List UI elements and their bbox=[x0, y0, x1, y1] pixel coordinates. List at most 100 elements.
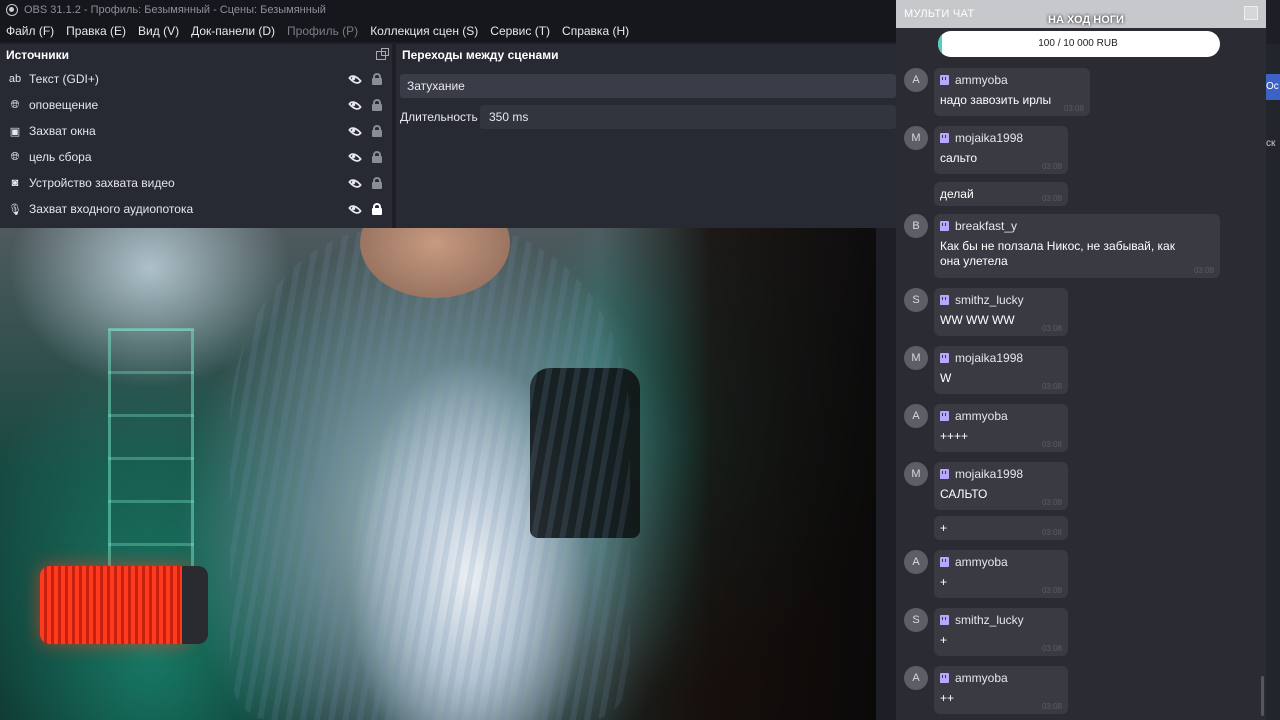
camera-icon: ◙ bbox=[11, 177, 19, 189]
menu-scene-collection[interactable]: Коллекция сцен (S) bbox=[364, 24, 484, 38]
lock-icon[interactable] bbox=[372, 177, 382, 189]
menu-edit[interactable]: Правка (E) bbox=[60, 24, 132, 38]
menu-profile: Профиль (P) bbox=[287, 24, 359, 38]
username: mojaika1998 bbox=[940, 351, 1062, 365]
duration-value: 350 ms bbox=[489, 110, 529, 124]
username: smithz_lucky bbox=[940, 293, 1062, 307]
menu-help[interactable]: Справка (H) bbox=[556, 24, 635, 38]
visibility-eye-icon[interactable] bbox=[348, 98, 362, 112]
chat-scrollbar[interactable] bbox=[1261, 676, 1264, 716]
username: ammyoba bbox=[940, 555, 1062, 569]
sources-panel: Источники ab Текст (GDI+) 🌐︎ оповещение … bbox=[0, 44, 392, 228]
multi-chat-window: МУЛЬТИ ЧАТ НА ХОД НОГИ 100 / 10 000 RUB … bbox=[896, 0, 1266, 720]
preview-shadow bbox=[600, 228, 876, 720]
window-title: OBS 31.1.2 - Профиль: Безымянный - Сцены… bbox=[24, 4, 326, 16]
username-text: mojaika1998 bbox=[955, 467, 1024, 481]
transitions-header: Переходы между сценами bbox=[396, 44, 900, 66]
username: smithz_lucky bbox=[940, 613, 1062, 627]
lock-icon[interactable] bbox=[372, 151, 382, 163]
microphone-icon: 🎙︎ bbox=[8, 203, 22, 216]
source-label: оповещение bbox=[29, 98, 99, 112]
globe-icon: 🌐︎ bbox=[10, 150, 20, 163]
username-text: ammyoba bbox=[955, 671, 1008, 685]
username-text: ammyoba bbox=[955, 409, 1008, 423]
undock-icon[interactable] bbox=[376, 47, 389, 60]
message-time: 03:08 bbox=[1041, 498, 1062, 507]
visibility-eye-icon[interactable] bbox=[348, 124, 362, 138]
message-time: 03:08 bbox=[1041, 162, 1062, 171]
visibility-eye-icon[interactable] bbox=[348, 150, 362, 164]
message-bubble: smithz_lucky WW WW WW 03:08 bbox=[934, 288, 1068, 336]
menu-docks[interactable]: Док-панели (D) bbox=[185, 24, 281, 38]
message-time: 03:08 bbox=[1041, 382, 1062, 391]
message-bubble: ammyoba ++++ 03:08 bbox=[934, 404, 1068, 452]
transitions-panel: Переходы между сценами Затухание Длитель… bbox=[396, 44, 900, 228]
username-text: ammyoba bbox=[955, 73, 1008, 87]
source-label: Захват входного аудиопотока bbox=[29, 202, 194, 216]
duration-input[interactable]: 350 ms bbox=[480, 105, 896, 129]
message-text: Как бы не ползала Никос, не забывай, как… bbox=[940, 239, 1175, 268]
source-label: Устройство захвата видео bbox=[29, 176, 175, 190]
username-text: mojaika1998 bbox=[955, 131, 1024, 145]
close-icon[interactable] bbox=[1244, 6, 1258, 20]
message-time: 03:08 bbox=[1041, 324, 1062, 333]
source-item-audio-input[interactable]: 🎙︎ Захват входного аудиопотока bbox=[0, 196, 392, 222]
source-label: Захват окна bbox=[29, 124, 96, 138]
visibility-eye-icon[interactable] bbox=[348, 176, 362, 190]
source-item-text[interactable]: ab Текст (GDI+) bbox=[0, 66, 392, 92]
avatar: S bbox=[904, 608, 928, 632]
title-bar: OBS 31.1.2 - Профиль: Безымянный - Сцены… bbox=[0, 0, 900, 20]
source-item-window-capture[interactable]: ▣ Захват окна bbox=[0, 118, 392, 144]
username: ammyoba bbox=[940, 73, 1084, 87]
lock-icon[interactable] bbox=[372, 99, 382, 111]
message-time: 03:08 bbox=[1041, 440, 1062, 449]
username-text: ammyoba bbox=[955, 555, 1008, 569]
username-text: mojaika1998 bbox=[955, 351, 1024, 365]
duration-label: Длительность bbox=[400, 110, 478, 124]
menu-view[interactable]: Вид (V) bbox=[132, 24, 185, 38]
twitch-icon bbox=[940, 469, 949, 479]
twitch-icon bbox=[940, 673, 949, 683]
source-item-goal[interactable]: 🌐︎ цель сбора bbox=[0, 144, 392, 170]
username-text: smithz_lucky bbox=[955, 293, 1024, 307]
message-time: 03:08 bbox=[1041, 194, 1062, 203]
sources-header: Источники bbox=[0, 44, 392, 66]
message-bubble: делай 03:08 bbox=[934, 182, 1068, 206]
username-text: smithz_lucky bbox=[955, 613, 1024, 627]
menu-bar: Файл (F) Правка (E) Вид (V) Док-панели (… bbox=[0, 20, 900, 42]
twitch-icon bbox=[940, 133, 949, 143]
avatar: A bbox=[904, 68, 928, 92]
message-time: 03:08 bbox=[1041, 702, 1062, 711]
twitch-icon bbox=[940, 295, 949, 305]
source-item-alert[interactable]: 🌐︎ оповещение bbox=[0, 92, 392, 118]
source-item-video-capture[interactable]: ◙ Устройство захвата видео bbox=[0, 170, 392, 196]
twitch-icon bbox=[940, 75, 949, 85]
chat-title: МУЛЬТИ ЧАТ bbox=[904, 8, 975, 20]
menu-tools[interactable]: Сервис (T) bbox=[484, 24, 556, 38]
preview-person bbox=[230, 228, 630, 720]
lock-icon[interactable] bbox=[372, 203, 382, 215]
message-time: 03:08 bbox=[1041, 586, 1062, 595]
twitch-icon bbox=[940, 615, 949, 625]
message-bubble: ammyoba надо завозить ирлы 03:08 bbox=[934, 68, 1090, 116]
lock-icon[interactable] bbox=[372, 73, 382, 85]
message-text: надо завозить ирлы bbox=[940, 93, 1052, 107]
video-preview[interactable] bbox=[0, 228, 876, 720]
transitions-title: Переходы между сценами bbox=[402, 48, 559, 62]
avatar: M bbox=[904, 126, 928, 150]
visibility-eye-icon[interactable] bbox=[348, 202, 362, 216]
username: breakfast_y bbox=[940, 219, 1214, 233]
transition-selected: Затухание bbox=[407, 79, 465, 93]
message-bubble: ammyoba ++ 03:08 bbox=[934, 666, 1068, 714]
lock-icon[interactable] bbox=[372, 125, 382, 137]
transition-select[interactable]: Затухание bbox=[400, 74, 896, 98]
goal-progress-text: 100 / 10 000 RUB bbox=[1038, 38, 1118, 49]
twitch-icon bbox=[940, 353, 949, 363]
preview-heater bbox=[40, 566, 208, 644]
partial-blue-button[interactable]: Ос bbox=[1266, 74, 1280, 100]
twitch-icon bbox=[940, 557, 949, 567]
source-label: цель сбора bbox=[29, 150, 92, 164]
menu-file[interactable]: Файл (F) bbox=[0, 24, 60, 38]
visibility-eye-icon[interactable] bbox=[348, 72, 362, 86]
partial-label: ск bbox=[1266, 138, 1276, 149]
